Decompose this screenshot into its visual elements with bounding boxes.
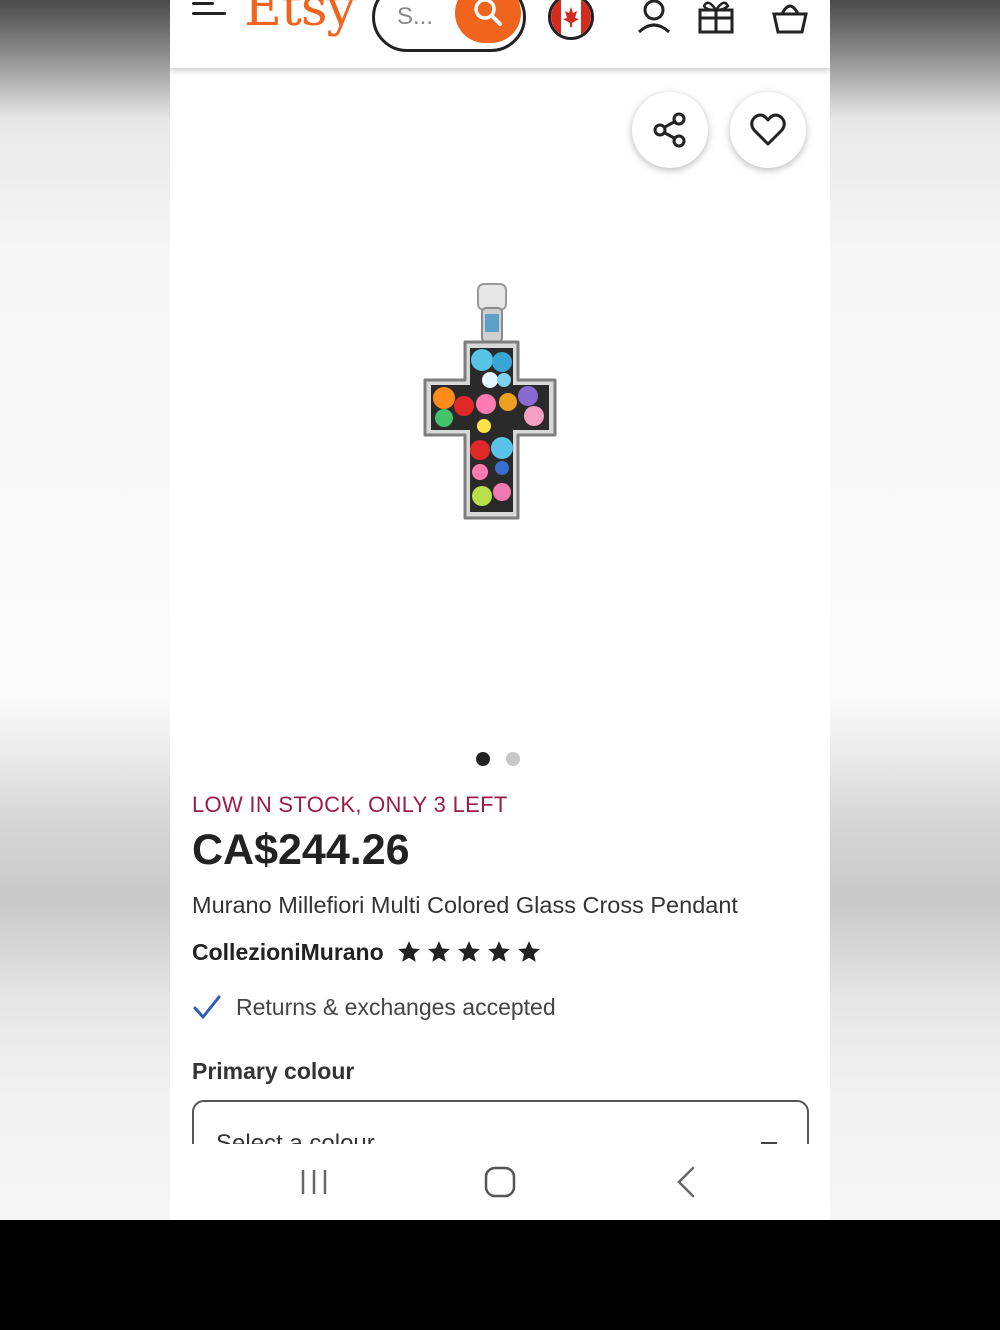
star-icon: [457, 941, 480, 962]
returns-info: Returns & exchanges accepted: [192, 990, 556, 1024]
basket-icon[interactable]: [770, 0, 810, 36]
carousel-indicator: [476, 752, 536, 768]
gift-icon[interactable]: [696, 0, 736, 36]
black-bottom-band: [0, 1220, 1000, 1330]
product-title: Murano Millefiori Multi Colored Glass Cr…: [192, 892, 738, 918]
search-input[interactable]: S...: [397, 3, 433, 31]
product-image-carousel[interactable]: [170, 68, 830, 748]
rating-stars[interactable]: [396, 939, 542, 965]
account-icon[interactable]: [634, 0, 674, 36]
cross-pendant-image: [423, 283, 557, 520]
etsy-logo[interactable]: Etsy: [244, 0, 356, 38]
recent-apps-icon: [301, 1170, 327, 1194]
site-header: Etsy S...: [170, 0, 830, 68]
search-button[interactable]: [455, 0, 521, 43]
search-icon: [474, 0, 502, 26]
back-button[interactable]: [664, 1162, 708, 1202]
shop-name-link[interactable]: CollezioniMurano: [192, 939, 384, 966]
returns-text: Returns & exchanges accepted: [236, 993, 556, 1020]
canada-flag-icon[interactable]: [548, 0, 594, 40]
back-icon: [677, 1166, 695, 1198]
share-button[interactable]: [632, 92, 708, 168]
recent-apps-button[interactable]: [292, 1162, 336, 1202]
stock-notice: LOW IN STOCK, ONLY 3 LEFT: [192, 792, 508, 817]
colour-label: Primary colour: [192, 1058, 355, 1084]
checkmark-icon: [193, 995, 221, 1019]
star-icon: [487, 941, 510, 962]
home-icon: [484, 1166, 516, 1198]
carousel-dot-active[interactable]: [476, 752, 490, 766]
menu-icon[interactable]: [192, 2, 228, 30]
share-icon: [653, 112, 686, 148]
shop-info: CollezioniMurano: [192, 936, 542, 968]
search-bar[interactable]: S...: [372, 0, 526, 52]
star-icon: [517, 941, 540, 962]
product-price: CA$244.26: [192, 826, 410, 874]
home-button[interactable]: [478, 1162, 522, 1202]
phone-screen: Etsy S... LOW IN STOCK, ONLY 3 LEFT CA$2…: [170, 0, 830, 1220]
star-icon: [397, 941, 420, 962]
favorite-button[interactable]: [730, 92, 806, 168]
system-navigation-bar: [170, 1144, 830, 1220]
heart-icon: [750, 113, 786, 146]
carousel-dot[interactable]: [506, 752, 520, 766]
star-icon: [427, 941, 450, 962]
